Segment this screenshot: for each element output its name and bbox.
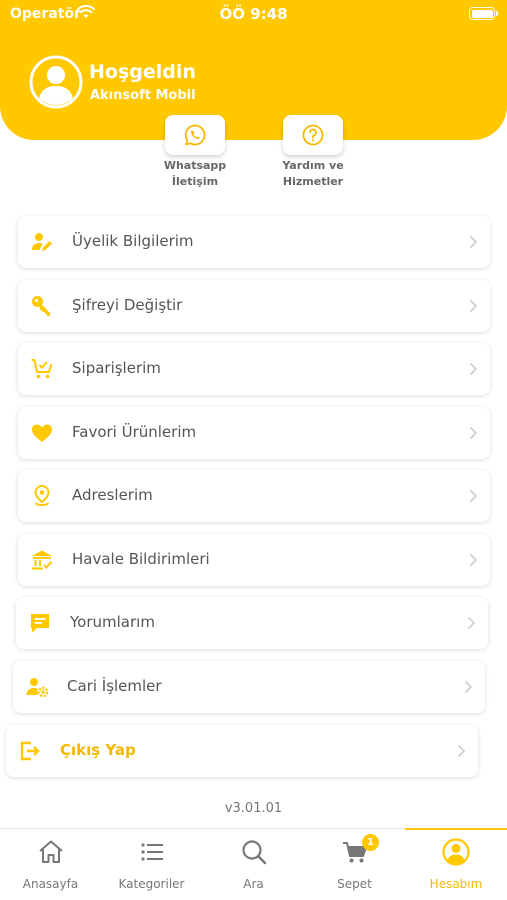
key-icon — [32, 296, 50, 316]
logout-icon — [20, 741, 40, 761]
chevron-right-icon — [469, 362, 478, 376]
whatsapp-label: Whatsapp İletişim — [163, 159, 227, 188]
tab-label: Sepet — [337, 877, 372, 891]
brand-name: Akınsoft Mobil — [90, 88, 196, 103]
menu-item-favorites[interactable]: Favori Ürünlerim — [18, 407, 490, 459]
menu-label: Havale Bildirimleri — [72, 550, 210, 568]
menu-label: Çıkış Yap — [60, 741, 136, 759]
user-settings-icon — [26, 678, 49, 698]
profile-icon — [442, 838, 470, 866]
chevron-right-icon — [469, 426, 478, 440]
chevron-right-icon — [469, 553, 478, 567]
menu-item-transfers[interactable]: Havale Bildirimleri — [18, 534, 490, 586]
whatsapp-icon — [184, 124, 206, 146]
menu-label: Siparişlerim — [72, 359, 161, 377]
battery-icon — [469, 7, 498, 20]
help-label: Yardım ve Hizmetler — [282, 159, 344, 188]
chevron-right-icon — [469, 299, 478, 313]
heart-icon — [32, 424, 52, 442]
tab-label: Kategoriler — [118, 877, 185, 891]
menu-label: Favori Ürünlerim — [72, 423, 197, 441]
menu-item-orders[interactable]: Siparişlerim — [18, 343, 490, 395]
menu-label: Yorumlarım — [70, 613, 155, 631]
menu-item-logout[interactable]: Çıkış Yap — [6, 725, 478, 777]
tab-search[interactable]: Ara — [203, 829, 304, 900]
whatsapp-button[interactable] — [165, 115, 225, 155]
status-time: ÖÖ 9:48 — [219, 5, 288, 23]
greeting-title: Hoşgeldin — [89, 61, 196, 83]
chevron-right-icon — [469, 235, 478, 249]
tab-categories[interactable]: Kategoriler — [101, 829, 202, 900]
tab-cart[interactable]: 1 Sepet — [304, 829, 405, 900]
menu-label: Şifreyi Değiştir — [72, 296, 183, 314]
avatar-icon[interactable] — [29, 55, 83, 109]
profile-header: Operatör ÖÖ 9:48 Hoşgeldin Akınsoft Mobi… — [0, 0, 507, 140]
menu-label: Adreslerim — [72, 486, 153, 504]
menu-item-membership[interactable]: Üyelik Bilgilerim — [18, 216, 490, 268]
chevron-right-icon — [464, 680, 473, 694]
menu-label: Üyelik Bilgilerim — [72, 232, 194, 250]
chevron-right-icon — [457, 744, 466, 758]
menu-item-account-transactions[interactable]: Cari İşlemler — [13, 661, 485, 713]
tab-label: Ara — [243, 877, 264, 891]
chevron-right-icon — [469, 489, 478, 503]
user-edit-icon — [32, 233, 52, 251]
help-icon — [302, 124, 324, 146]
bank-icon — [32, 550, 53, 570]
tab-label: Hesabım — [429, 877, 483, 891]
tab-home[interactable]: Anasayfa — [0, 829, 101, 900]
list-icon — [140, 843, 163, 861]
location-pin-icon — [34, 484, 50, 506]
tab-account[interactable]: Hesabım — [405, 828, 507, 900]
cart-check-icon — [31, 359, 53, 379]
menu-item-change-password[interactable]: Şifreyi Değiştir — [18, 280, 490, 332]
menu-item-reviews[interactable]: Yorumlarım — [16, 597, 488, 649]
cart-badge: 1 — [362, 834, 379, 851]
menu-item-addresses[interactable]: Adreslerim — [18, 470, 490, 522]
menu-label: Cari İşlemler — [67, 677, 162, 695]
app-version: v3.01.01 — [224, 801, 283, 816]
search-icon — [241, 840, 266, 865]
home-icon — [38, 840, 63, 863]
tab-bar: Anasayfa Kategoriler Ara 1 Sepet Hesabım — [0, 828, 507, 900]
chevron-right-icon — [467, 616, 476, 630]
comment-icon — [31, 614, 49, 633]
help-button[interactable] — [283, 115, 343, 155]
tab-label: Anasayfa — [22, 877, 79, 891]
status-bar: Operatör ÖÖ 9:48 — [0, 0, 507, 30]
